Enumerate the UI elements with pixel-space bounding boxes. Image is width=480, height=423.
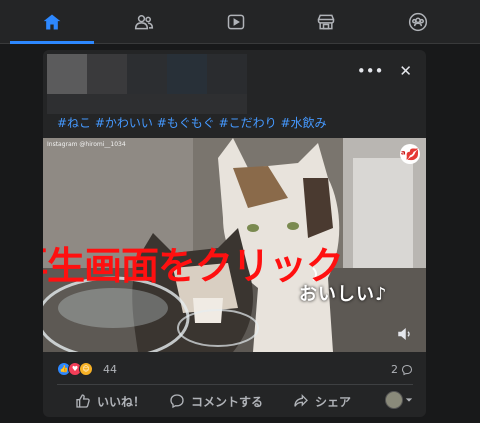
stats-divider bbox=[57, 384, 413, 385]
share-label: シェア bbox=[315, 394, 352, 409]
thumbs-up-icon bbox=[76, 394, 90, 408]
nav-watch[interactable] bbox=[194, 0, 278, 44]
post-header-actions: ••• ✕ bbox=[357, 62, 412, 80]
speaker-icon[interactable] bbox=[396, 326, 414, 342]
avatar bbox=[385, 391, 403, 409]
top-nav bbox=[0, 0, 480, 44]
chevron-down-icon bbox=[405, 398, 413, 402]
share-icon bbox=[294, 394, 308, 407]
friends-icon bbox=[134, 15, 154, 30]
watch-icon bbox=[227, 14, 245, 30]
comment-bubble-icon bbox=[401, 364, 413, 375]
marketplace-icon bbox=[317, 14, 335, 30]
post-card: ••• ✕ #ねこ #かわいい #もぐもぐ #こだわり #水飲み Instagr… bbox=[43, 50, 426, 417]
nav-friends[interactable] bbox=[102, 0, 186, 44]
close-icon[interactable]: ✕ bbox=[399, 62, 412, 80]
post-action-bar: いいね！ コメントする シェア bbox=[57, 389, 413, 413]
audience-selector[interactable] bbox=[385, 391, 413, 409]
home-icon bbox=[43, 14, 61, 30]
share-button[interactable]: シェア bbox=[293, 393, 351, 410]
nav-marketplace[interactable] bbox=[284, 0, 368, 44]
channel-logo: ᵃ💋 bbox=[400, 144, 420, 164]
more-options-icon[interactable]: ••• bbox=[357, 62, 384, 80]
groups-icon bbox=[408, 12, 428, 32]
click-instruction-overlay: 再生画面をクリック bbox=[43, 244, 344, 288]
like-label: いいね！ bbox=[97, 394, 146, 409]
reaction-count[interactable]: 44 bbox=[103, 363, 117, 376]
reaction-icons[interactable]: 👍 ♥ ☺ bbox=[57, 362, 93, 376]
comment-count-value: 2 bbox=[391, 363, 398, 376]
comment-count[interactable]: 2 bbox=[391, 363, 413, 376]
nav-home[interactable] bbox=[10, 0, 94, 44]
care-icon: ☺ bbox=[79, 362, 93, 376]
like-button[interactable]: いいね！ bbox=[75, 393, 145, 410]
video-watermark: Instagram @hiromi__1034 bbox=[47, 141, 126, 148]
comment-icon bbox=[170, 394, 184, 409]
nav-groups[interactable] bbox=[376, 0, 460, 44]
post-stats: 👍 ♥ ☺ 44 2 bbox=[57, 360, 413, 380]
comment-label: コメントする bbox=[191, 394, 264, 409]
comment-button[interactable]: コメントする bbox=[169, 393, 263, 410]
post-hashtags[interactable]: #ねこ #かわいい #もぐもぐ #こだわり #水飲み bbox=[57, 114, 327, 131]
censored-author-mosaic bbox=[47, 54, 247, 114]
